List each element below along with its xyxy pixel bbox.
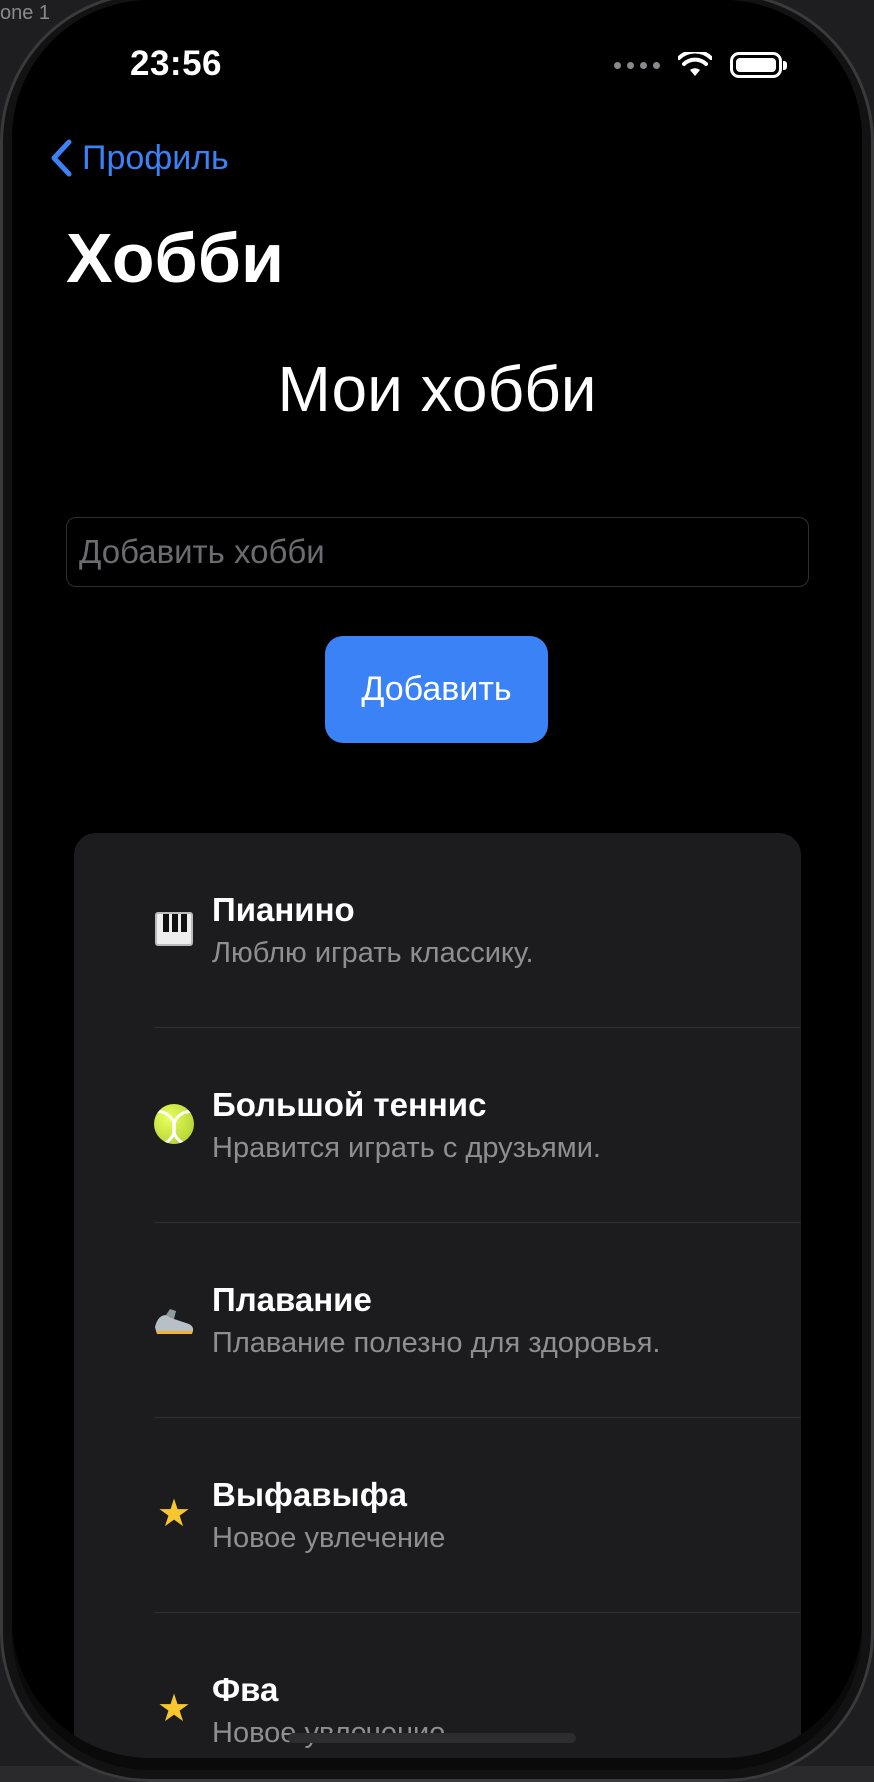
list-item[interactable]: Большой теннис Нравится играть с друзьям… [74, 1028, 801, 1223]
home-indicator[interactable] [288, 1733, 576, 1743]
hobby-list: Пианино Люблю играть классику. Большой т… [74, 833, 801, 1758]
hobby-title: Выфавыфа [212, 1476, 407, 1513]
hobby-title: Плавание [212, 1281, 372, 1318]
back-button-label: Профиль [82, 138, 229, 177]
list-item[interactable]: ★ Выфавыфа Новое увлечение [74, 1418, 801, 1613]
screen: 23:56 Профиль Хобби Мои хобби Добавить х… [12, 0, 862, 1758]
list-item[interactable]: Пианино Люблю играть классику. [74, 833, 801, 1028]
status-indicators [614, 52, 787, 78]
star-icon: ★ [156, 1493, 192, 1535]
hobby-subtitle: Люблю играть классику. [212, 937, 534, 969]
list-item[interactable]: Плавание Плавание полезно для здоровья. [74, 1223, 801, 1418]
cellular-dots-icon [614, 61, 660, 69]
hobby-subtitle: Нравится играть с друзьями. [212, 1132, 601, 1164]
status-time: 23:56 [130, 44, 223, 83]
wifi-icon [678, 52, 712, 76]
hobby-title: Пианино [212, 891, 355, 928]
simulator-tab-text: one 1 [0, 2, 51, 24]
add-hobby-input[interactable] [66, 517, 809, 587]
add-button[interactable]: Добавить [325, 636, 548, 743]
hobby-title: Большой теннис [212, 1086, 487, 1123]
hobby-subtitle: Плавание полезно для здоровья. [212, 1327, 661, 1359]
tennis-ball-icon [152, 1102, 196, 1146]
back-button[interactable]: Профиль [48, 138, 229, 178]
hobby-subtitle: Новое увлечение [212, 1522, 446, 1554]
battery-icon [730, 52, 787, 78]
page-title: Хобби [66, 219, 285, 297]
device-frame: 23:56 Профиль Хобби Мои хобби Добавить х… [0, 0, 874, 1782]
running-shoe-icon [152, 1297, 196, 1341]
section-heading: Мои хобби [277, 353, 597, 425]
star-icon: ★ [156, 1688, 192, 1730]
chevron-left-icon [51, 139, 72, 177]
piano-icon [152, 907, 196, 951]
hobby-title: Фва [212, 1671, 279, 1708]
